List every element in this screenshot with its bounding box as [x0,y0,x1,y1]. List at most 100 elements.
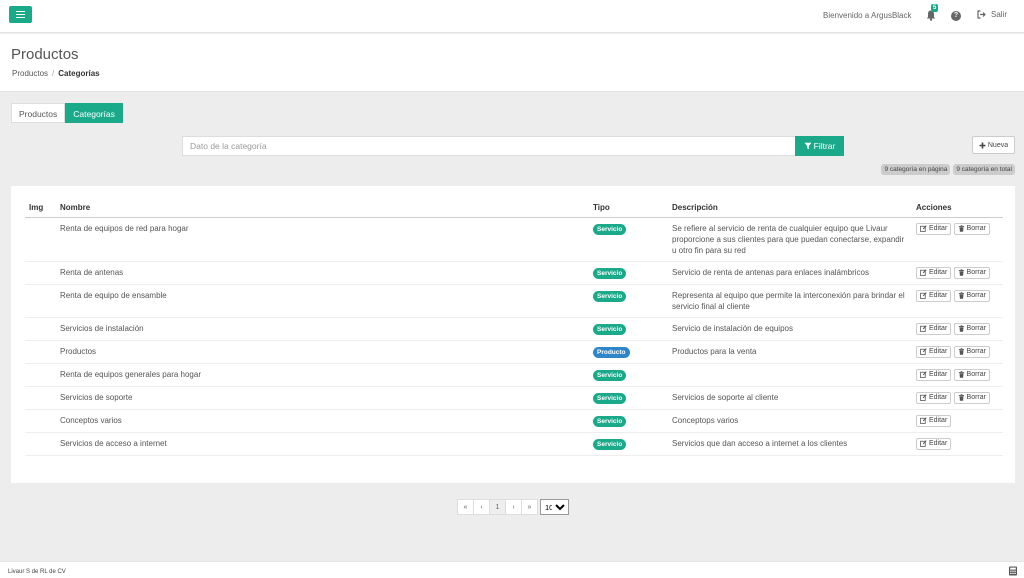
edit-button[interactable]: Editar [916,289,952,302]
delete-button[interactable]: Borrar [953,368,990,381]
cell-description: Servicio de renta de antenas para enlace… [668,261,912,285]
cell-actions: Editar Borrar [912,386,1003,410]
edit-icon [920,325,927,332]
type-badge: Servicio [593,323,627,335]
cell-img [25,284,56,318]
filter-button[interactable]: Filtrar [795,136,844,156]
tab-categorias[interactable]: Categorías [65,103,123,123]
logout-label: Salir [991,10,1008,19]
edit-button[interactable]: Editar [916,222,952,235]
cell-actions: Editar Borrar [912,284,1003,318]
first-page-button[interactable]: « [457,499,474,515]
menu-toggle-button[interactable] [9,6,32,23]
type-badge: Producto [593,346,630,358]
edit-icon [920,440,927,447]
cell-name: Servicios de instalación [56,317,589,341]
delete-button[interactable]: Borrar [953,345,990,358]
categories-card: Img Nombre Tipo Descripción Acciones Ren… [11,186,1015,483]
type-badge: Servicio [593,369,627,381]
next-page-button[interactable]: › [505,499,522,515]
cell-img [25,363,56,387]
delete-label: Borrar [966,269,986,276]
edit-button[interactable]: Editar [916,414,952,427]
delete-button[interactable]: Borrar [953,266,990,279]
cell-type: Servicio [589,284,668,318]
table-header-row: Img Nombre Tipo Descripción Acciones [25,198,1003,218]
cell-img [25,217,56,262]
edit-button[interactable]: Editar [916,322,952,335]
edit-icon [920,292,927,299]
last-page-button[interactable]: » [521,499,538,515]
cell-actions: Editar Borrar [912,340,1003,364]
calculator-icon[interactable] [1008,566,1018,576]
trash-icon [958,348,964,355]
delete-label: Borrar [966,325,986,332]
type-badge: Servicio [593,267,627,279]
new-category-button[interactable]: Nueva [972,136,1015,154]
question-circle-icon[interactable]: ? [951,11,961,21]
cell-actions: Editar [912,432,1003,456]
trash-icon [958,292,964,299]
delete-button[interactable]: Borrar [953,322,990,335]
edit-button[interactable]: Editar [916,368,952,381]
edit-label: Editar [929,269,948,276]
edit-button[interactable]: Editar [916,391,952,404]
category-search-input[interactable] [182,136,796,156]
current-page-button[interactable]: 1 [489,499,506,515]
cell-description: Representa al equipo que permite la inte… [668,284,912,318]
edit-button[interactable]: Editar [916,437,952,450]
cell-name: Renta de equipos generales para hogar [56,363,589,387]
cell-description: Servicio de instalación de equipos [668,317,912,341]
type-badge: Servicio [593,438,627,450]
total-count-badge: 9 categoría en total [953,164,1015,175]
delete-button[interactable]: Borrar [953,289,990,302]
tab-productos[interactable]: Productos [11,103,66,123]
delete-label: Borrar [966,371,986,378]
table-row: Renta de equipos generales para hogar Ser… [25,363,1003,387]
cell-description: Conceptops varios [668,409,912,433]
cell-name: Conceptos varios [56,409,589,433]
edit-button[interactable]: Editar [916,345,952,358]
delete-label: Borrar [966,225,986,232]
type-badge: Servicio [593,415,627,427]
delete-label: Borrar [966,348,986,355]
page-size-select[interactable]: 10 [540,499,569,515]
edit-icon [920,371,927,378]
trash-icon [958,325,964,332]
trash-icon [958,269,964,276]
previous-page-button[interactable]: ‹ [473,499,490,515]
logout-link[interactable]: Salir [977,10,1007,19]
page-title: Productos [11,46,79,63]
cell-img [25,409,56,433]
type-badge: Servicio [593,392,627,404]
column-header-img: Img [25,198,56,218]
cell-name: Renta de equipo de ensamble [56,284,589,318]
cell-type: Servicio [589,409,668,433]
column-header-nombre: Nombre [56,198,589,218]
table-row: Productos Producto Productos para la venta… [25,340,1003,364]
edit-icon [920,394,927,401]
table-row: Conceptos varios Servicio Conceptops vario… [25,409,1003,433]
cell-img [25,317,56,341]
table-row: Renta de antenas Servicio Servicio de rent… [25,261,1003,285]
cell-name: Productos [56,340,589,364]
breadcrumb-item-productos[interactable]: Productos [12,69,48,78]
cell-img [25,432,56,456]
edit-button[interactable]: Editar [916,266,952,279]
delete-button[interactable]: Borrar [953,222,990,235]
cell-actions: Editar Borrar [912,317,1003,341]
menu-icon [16,11,25,18]
type-badge: Servicio [593,290,627,302]
column-header-acciones: Acciones [912,198,1003,218]
cell-type: Servicio [589,217,668,262]
cell-img [25,261,56,285]
delete-button[interactable]: Borrar [953,391,990,404]
filter-icon [804,142,812,150]
cell-type: Servicio [589,317,668,341]
page-header: Productos Productos / Categorías [0,34,1024,92]
table-row: Servicios de acceso a internet Servicio Se… [25,432,1003,456]
breadcrumb: Productos / Categorías [12,69,100,78]
cell-type: Servicio [589,432,668,456]
categories-table: Img Nombre Tipo Descripción Acciones Ren… [25,198,1003,456]
top-bar: Bienvenido a ArgusBlack 5 ? Salir [0,0,1024,33]
